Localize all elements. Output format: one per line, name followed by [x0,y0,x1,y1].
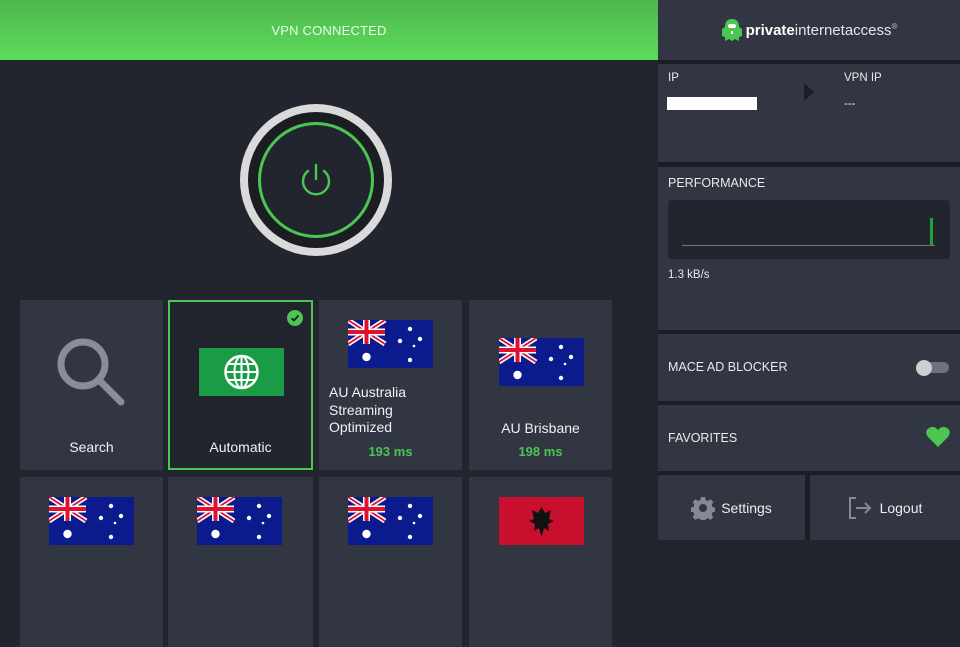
albania-flag-icon [499,497,584,545]
ip-value [667,97,757,110]
region-tile-au-streaming[interactable]: AU Australia Streaming Optimized 193 ms [319,300,462,470]
logout-icon [848,496,871,519]
connection-status-text: VPN CONNECTED [271,22,387,38]
australia-flag-icon [348,320,433,368]
region-tile[interactable] [469,477,612,647]
search-icon [57,338,125,406]
connect-toggle-button[interactable] [240,104,392,256]
region-label: AU Australia Streaming Optimized [329,384,407,435]
region-tile-search[interactable]: Search [20,300,163,470]
settings-label: Settings [721,499,772,516]
favorites-panel[interactable]: FAVORITES [658,405,960,471]
australia-flag-icon [348,497,433,545]
region-tile[interactable] [20,477,163,647]
region-latency: 193 ms [368,444,413,459]
australia-flag-icon [499,338,584,386]
ip-panel: IP VPN IP --- [658,64,960,162]
settings-button[interactable]: Settings [658,475,805,540]
logout-button[interactable]: Logout [810,475,960,540]
mace-panel: MACE AD BLOCKER [658,334,960,401]
performance-panel: PERFORMANCE 1.3 kB/s [658,167,960,330]
region-tile-au-brisbane[interactable]: AU Brisbane 198 ms [469,300,612,470]
mace-toggle[interactable] [916,360,949,376]
ip-label: IP [668,72,679,84]
power-icon [301,163,331,196]
brand-name: privateinternetaccess® [745,21,898,39]
region-tile[interactable] [319,477,462,647]
region-label: AU Brisbane [501,420,580,436]
selected-check-icon [287,310,303,326]
heart-icon [926,426,950,447]
globe-flag-icon [199,348,284,396]
brand-header: privateinternetaccess® [658,0,960,60]
vpn-ip-value: --- [844,98,856,110]
connection-status-bar: VPN CONNECTED [0,0,658,60]
region-tile[interactable] [168,477,313,647]
pia-logo-icon [721,19,742,41]
region-tile-automatic[interactable]: Automatic [168,300,313,470]
graph-bar [930,218,933,245]
performance-graph [668,200,950,259]
graph-baseline [682,245,935,246]
region-latency: 198 ms [518,444,563,459]
arrow-right-icon [804,83,814,101]
main-area: VPN CONNECTED Search Automatic AU Austra… [0,0,658,647]
gear-icon [691,496,716,520]
favorites-label: FAVORITES [668,431,738,445]
performance-rate: 1.3 kB/s [668,269,710,281]
vpn-ip-label: VPN IP [844,72,882,84]
mace-label: MACE AD BLOCKER [668,360,788,374]
australia-flag-icon [197,497,282,545]
logout-label: Logout [879,499,923,516]
performance-title: PERFORMANCE [668,176,766,190]
region-label: Automatic [209,439,272,455]
region-label: Search [69,439,114,455]
australia-flag-icon [49,497,134,545]
sidebar: privateinternetaccess® IP VPN IP --- PER… [658,0,960,540]
